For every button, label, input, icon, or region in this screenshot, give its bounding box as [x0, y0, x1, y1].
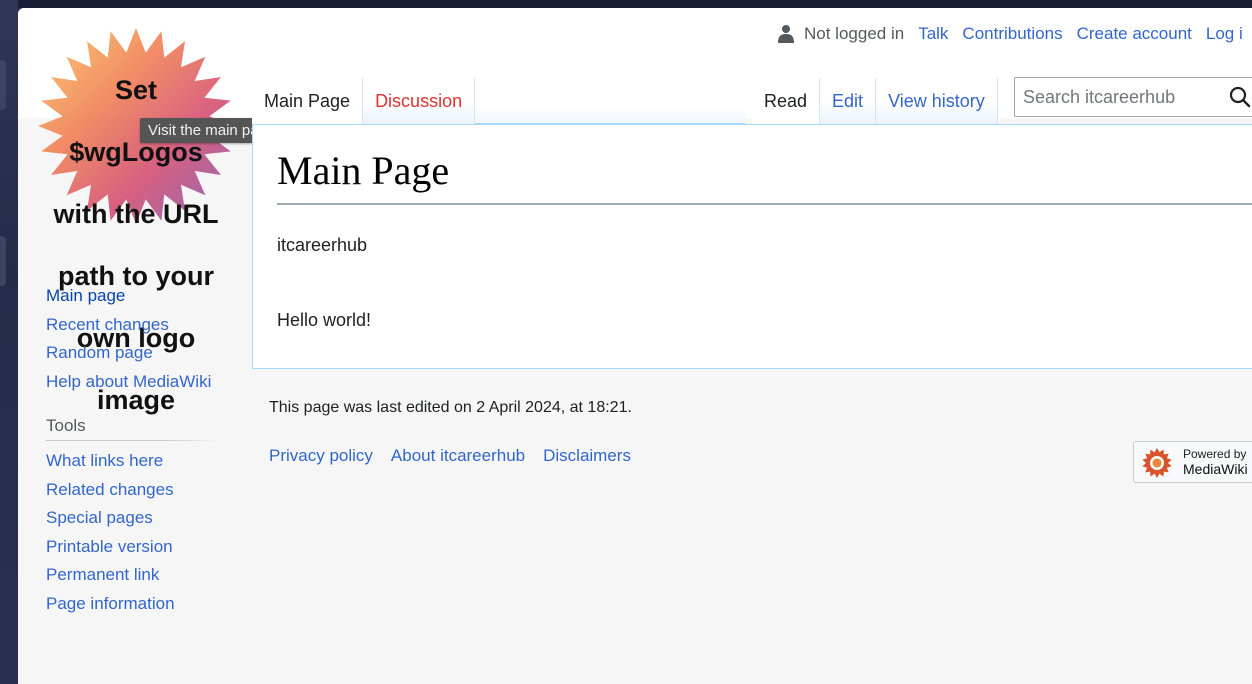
- user-icon: [778, 25, 794, 43]
- sidebar-item-related-changes[interactable]: Related changes: [46, 476, 226, 505]
- sidebar-item-what-links-here[interactable]: What links here: [46, 447, 226, 476]
- search-icon[interactable]: [1229, 86, 1251, 108]
- content-paragraph: Hello world!: [277, 310, 372, 330]
- privacy-policy-link[interactable]: Privacy policy: [269, 446, 373, 466]
- create-account-link[interactable]: Create account: [1077, 24, 1192, 44]
- tab-view-history[interactable]: View history: [876, 78, 998, 124]
- sidebar-item-permanent-link[interactable]: Permanent link: [46, 561, 226, 590]
- about-link[interactable]: About itcareerhub: [391, 446, 525, 466]
- sidebar-item-main-page[interactable]: Main page: [46, 282, 226, 311]
- page-content: Main Page itcareerhub Hello world!: [252, 124, 1252, 369]
- logo-line: Set: [114, 75, 158, 105]
- view-tabs: Read Edit View history: [752, 78, 998, 124]
- sidebar-tools: What links here Related changes Special …: [46, 447, 226, 618]
- sidebar-item-recent-changes[interactable]: Recent changes: [46, 311, 226, 340]
- tools-heading: Tools: [46, 416, 86, 435]
- sidebar-item-page-information[interactable]: Page information: [46, 590, 226, 619]
- tab-main-page[interactable]: Main Page: [252, 78, 364, 124]
- sidebar-item-random-page[interactable]: Random page: [46, 339, 226, 368]
- dock-item: [0, 236, 6, 286]
- content-paragraph: itcareerhub: [277, 235, 368, 255]
- desktop-top-bar: [0, 0, 1252, 8]
- tab-edit[interactable]: Edit: [820, 78, 877, 124]
- footer-links: Privacy policy About itcareerhub Disclai…: [269, 446, 649, 466]
- login-status: Not logged in: [804, 24, 905, 43]
- search-input[interactable]: [1015, 78, 1241, 116]
- browser-page: Set $wgLogos with the URL path to your o…: [18, 8, 1252, 684]
- contributions-link[interactable]: Contributions: [962, 24, 1062, 44]
- page-title: Main Page: [277, 148, 450, 193]
- mediawiki-label: MediaWiki: [1183, 461, 1248, 477]
- namespace-tabs: Main Page Discussion: [252, 78, 746, 124]
- tools-divider: [46, 440, 218, 441]
- sidebar-item-printable-version[interactable]: Printable version: [46, 533, 226, 562]
- title-divider: [277, 203, 1252, 205]
- tabs-spacer: [475, 78, 746, 124]
- search-box: [1014, 77, 1252, 117]
- logo-line: with the URL: [53, 199, 219, 229]
- talk-link[interactable]: Talk: [918, 24, 948, 44]
- sidebar-item-help[interactable]: Help about MediaWiki: [46, 368, 226, 397]
- tab-read[interactable]: Read: [752, 78, 821, 124]
- sidebar-item-special-pages[interactable]: Special pages: [46, 504, 226, 533]
- mediawiki-logo-icon: [1142, 448, 1172, 478]
- tab-discussion[interactable]: Discussion: [363, 78, 476, 124]
- dock-item: [0, 60, 6, 110]
- powered-by-mediawiki-badge[interactable]: Powered by MediaWiki: [1133, 441, 1252, 483]
- last-edited-info: This page was last edited on 2 April 202…: [269, 399, 632, 416]
- log-in-link[interactable]: Log i: [1206, 24, 1243, 44]
- disclaimers-link[interactable]: Disclaimers: [543, 446, 631, 466]
- powered-by-label: Powered by: [1183, 447, 1247, 461]
- sidebar-navigation: Main page Recent changes Random page Hel…: [46, 282, 226, 396]
- personal-tools: Not logged in Talk Contributions Create …: [778, 24, 1252, 44]
